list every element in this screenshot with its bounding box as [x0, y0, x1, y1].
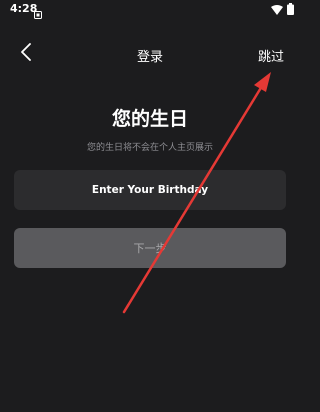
- skip-button[interactable]: 跳过: [258, 46, 284, 65]
- next-button[interactable]: 下一步: [14, 228, 286, 268]
- status-bar: 4:28: [0, 0, 300, 19]
- birthday-heading: 您的生日: [111, 108, 188, 130]
- battery-icon: [287, 0, 294, 19]
- wifi-icon: [271, 0, 283, 19]
- birthday-input[interactable]: Enter Your Birthday: [14, 170, 286, 210]
- notification-icon: [34, 4, 42, 19]
- page-title: 登录: [136, 50, 163, 65]
- nav-bar: 登录 跳过: [0, 38, 300, 70]
- birthday-subheading: 您的生日将不会在个人主页展示: [86, 143, 213, 153]
- status-icons: [271, 2, 294, 15]
